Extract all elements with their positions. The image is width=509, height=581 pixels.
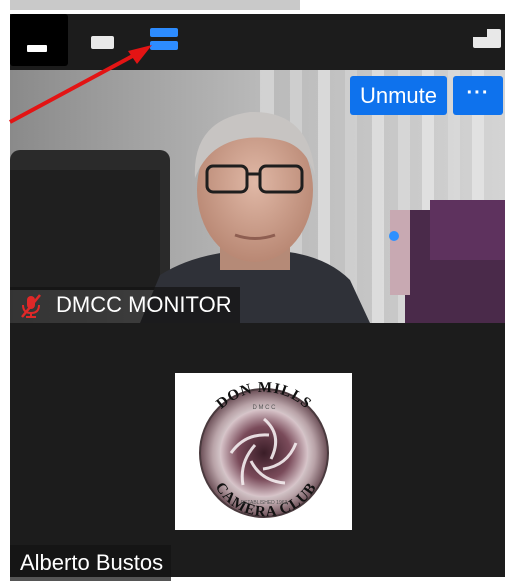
gallery-view-button[interactable] bbox=[144, 14, 184, 66]
more-options-button[interactable]: ··· bbox=[453, 76, 503, 115]
logo-established: ESTABLISHED 1963 bbox=[241, 500, 288, 506]
frame-edge-left bbox=[0, 0, 10, 577]
minimize-icon bbox=[27, 45, 47, 52]
exit-minimized-button[interactable] bbox=[469, 24, 505, 54]
participant-avatar: DON MILLS CAMERA CLUB D M C C ESTABLISHE… bbox=[175, 373, 352, 530]
gallery-row-bottom bbox=[150, 41, 178, 50]
exit-icon-notch bbox=[473, 29, 487, 37]
view-toolbar bbox=[10, 14, 505, 66]
unmute-button[interactable]: Unmute bbox=[349, 76, 447, 115]
frame-strip bbox=[0, 0, 300, 10]
minimize-button[interactable] bbox=[10, 14, 68, 66]
speaker-view-icon bbox=[91, 36, 114, 49]
meeting-window: Unmute ··· DMCC MONITOR DON MILLS CAMERA… bbox=[10, 14, 505, 581]
participant-name-label: DMCC MONITOR bbox=[56, 292, 232, 317]
frame-edge-right bbox=[505, 0, 509, 577]
mic-muted-icon bbox=[21, 294, 41, 318]
gallery-row-top bbox=[150, 28, 178, 37]
frame-edge-top bbox=[0, 0, 509, 14]
second-participant-name-tag: Alberto Bustos bbox=[10, 545, 172, 581]
second-participant-name-label: Alberto Bustos bbox=[20, 550, 164, 575]
participant-name-tag: DMCC MONITOR bbox=[10, 287, 240, 323]
logo-initials: D M C C bbox=[253, 405, 277, 411]
club-logo: DON MILLS CAMERA CLUB D M C C ESTABLISHE… bbox=[199, 380, 329, 521]
speaker-view-button[interactable] bbox=[82, 14, 126, 66]
